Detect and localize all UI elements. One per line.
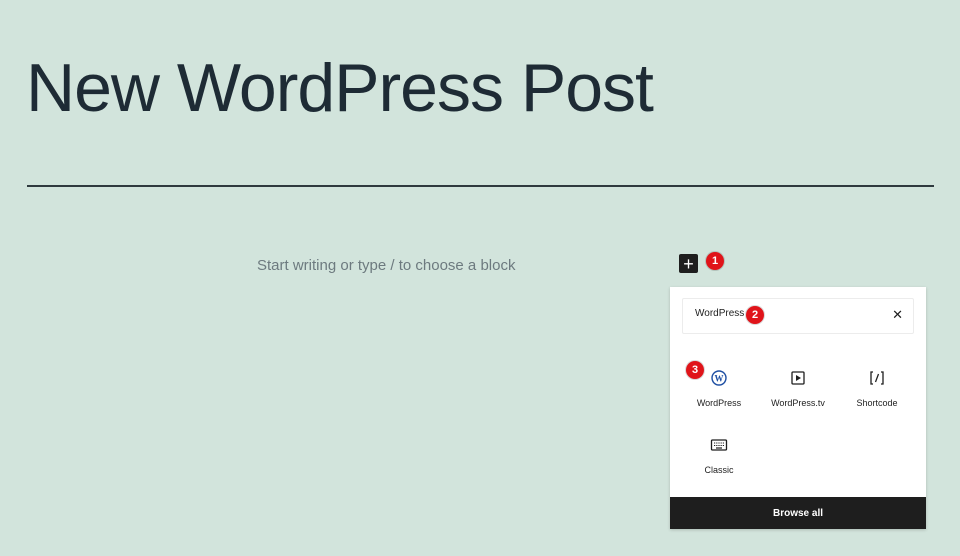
block-item-shortcode[interactable]: Shortcode — [837, 370, 917, 408]
svg-text:W: W — [715, 373, 724, 383]
paragraph-placeholder[interactable]: Start writing or type / to choose a bloc… — [257, 257, 515, 274]
shortcode-icon — [837, 370, 917, 388]
block-item-label: Classic — [704, 465, 734, 475]
block-item-label: Shortcode — [856, 398, 898, 408]
block-search-input[interactable] — [695, 308, 855, 319]
block-inserter-popover: ✕ W WordPress WordPress.tv Shortc — [670, 287, 926, 529]
plus-icon: + — [683, 253, 694, 274]
marker-2: 2 — [746, 306, 764, 324]
block-item-wordpress-tv[interactable]: WordPress.tv — [758, 370, 838, 408]
close-icon[interactable]: ✕ — [892, 308, 903, 321]
browse-all-button[interactable]: Browse all — [670, 497, 926, 529]
marker-3: 3 — [686, 361, 704, 379]
video-embed-icon — [758, 370, 838, 388]
block-item-label: WordPress — [696, 398, 742, 408]
add-block-button[interactable]: + — [679, 254, 698, 273]
post-title[interactable]: New WordPress Post — [26, 48, 654, 130]
title-divider — [27, 185, 934, 187]
keyboard-icon — [679, 437, 759, 455]
block-item-label: WordPress.tv — [771, 398, 825, 408]
block-item-classic[interactable]: Classic — [679, 437, 759, 475]
search-box: ✕ — [682, 298, 914, 334]
marker-1: 1 — [706, 252, 724, 270]
